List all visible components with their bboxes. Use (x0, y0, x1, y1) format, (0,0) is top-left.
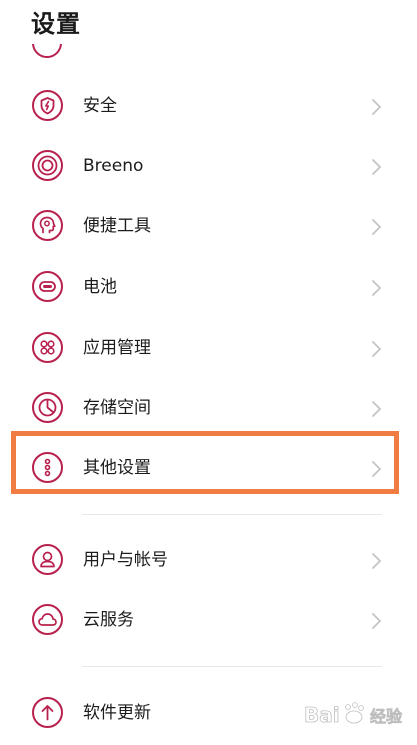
app-grid-icon (32, 332, 63, 363)
settings-item-label: 电池 (83, 277, 117, 297)
settings-item-label: 用户与帐号 (83, 550, 168, 570)
highlight-box (11, 431, 399, 494)
breeno-icon (32, 150, 63, 181)
svg-text:Bai: Bai (304, 703, 340, 727)
settings-item-label: 云服务 (83, 610, 134, 630)
section-divider (82, 514, 382, 515)
settings-item-battery[interactable]: 电池 (0, 257, 417, 317)
chevron-right-icon (372, 401, 381, 417)
shield-bolt-icon (32, 90, 63, 121)
settings-item-label: Breeno (83, 156, 144, 176)
settings-item-label: 存储空间 (83, 398, 151, 418)
chevron-right-icon (372, 280, 381, 296)
section-divider (82, 666, 382, 667)
settings-item-label: 应用管理 (83, 338, 151, 358)
svg-text:经验: 经验 (370, 707, 403, 726)
storage-pie-icon (32, 392, 63, 423)
settings-item-cloud-service[interactable]: 云服务 (0, 590, 417, 650)
partial-item-icon (32, 44, 62, 64)
settings-item-storage[interactable]: 存储空间 (0, 378, 417, 438)
chevron-right-icon (372, 553, 381, 569)
settings-item-convenience-tools[interactable]: 便捷工具 (0, 196, 417, 256)
convenience-tool-icon (32, 210, 63, 241)
settings-item-label: 安全 (83, 96, 117, 116)
chevron-right-icon (372, 99, 381, 115)
chevron-right-icon (372, 613, 381, 629)
arrow-up-icon (32, 697, 63, 728)
baidu-jingyan-watermark: Bai 经验 (300, 697, 410, 731)
settings-item-label: 软件更新 (83, 703, 151, 723)
settings-item-security[interactable]: 安全 (0, 76, 417, 136)
settings-item-users-accounts[interactable]: 用户与帐号 (0, 530, 417, 590)
settings-item-breeno[interactable]: Breeno (0, 136, 417, 196)
cloud-icon (32, 604, 63, 635)
settings-item-label: 便捷工具 (83, 216, 151, 236)
user-icon (32, 544, 63, 575)
chevron-right-icon (372, 159, 381, 175)
chevron-right-icon (372, 219, 381, 235)
battery-icon (32, 271, 63, 302)
chevron-right-icon (372, 341, 381, 357)
page-title: 设置 (31, 10, 81, 38)
settings-item-app-management[interactable]: 应用管理 (0, 318, 417, 378)
